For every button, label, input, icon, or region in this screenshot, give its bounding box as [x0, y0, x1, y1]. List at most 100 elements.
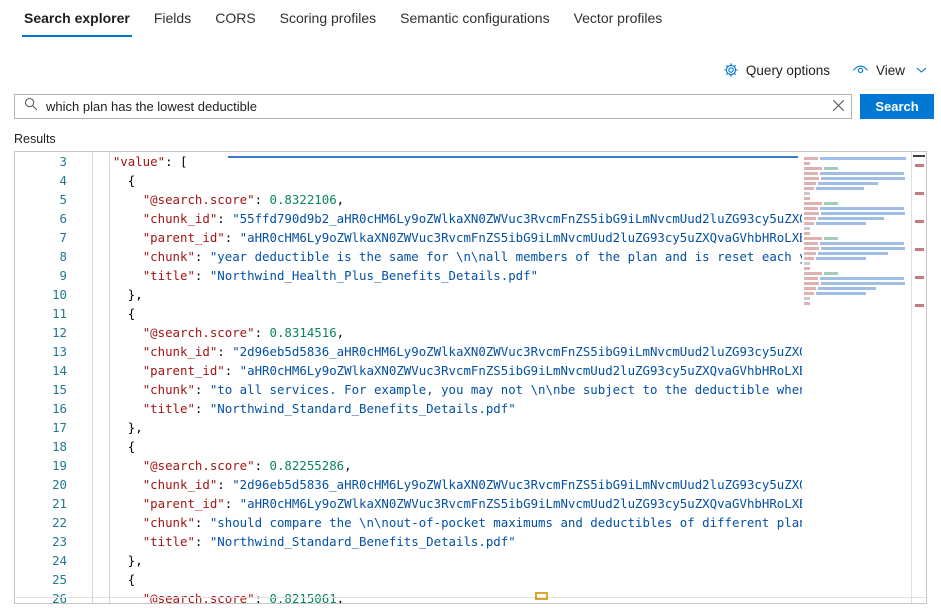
line-text: "value": [ [83, 152, 188, 171]
minimap-segment [818, 181, 878, 185]
search-box[interactable] [14, 94, 852, 119]
scrollbar-thumb[interactable] [913, 155, 925, 157]
line-number: 22 [52, 515, 67, 530]
view-button[interactable]: View [852, 63, 927, 78]
line-number: 13 [52, 344, 67, 359]
token: , [336, 192, 345, 207]
token: "Northwind_Health_Plus_Benefits_Details.… [209, 268, 539, 283]
token: : [217, 344, 233, 359]
tab-label: Scoring profiles [279, 10, 377, 26]
results-json-editor[interactable]: 3 "value": [4 {5 "@search.score": 0.8322… [14, 151, 927, 604]
line-text: "chunk_id": "2d96eb5d5836_aHR0cHM6Ly9oZW… [83, 475, 889, 494]
line-text: "chunk": "year deductible is the same fo… [83, 247, 882, 266]
line-text: "chunk": "to all services. For example, … [83, 380, 889, 399]
minimap-segment [820, 241, 904, 245]
tab-scoring-profiles[interactable]: Scoring profiles [268, 0, 389, 37]
tab-semantic-configurations[interactable]: Semantic configurations [388, 0, 561, 37]
line-text: "@search.score": 0.8322106, [83, 190, 344, 209]
minimap-segment [804, 286, 816, 290]
tab-vector-profiles[interactable]: Vector profiles [562, 0, 675, 37]
code-line: 25 { [15, 570, 926, 589]
minimap-line [804, 251, 912, 255]
minimap-segment [820, 171, 904, 175]
horizontal-scrollbar-thumb[interactable] [535, 592, 548, 600]
token: 0.8322106 [269, 192, 337, 207]
minimap-segment [804, 271, 822, 275]
line-text: "chunk_id": "2d96eb5d5836_aHR0cHM6Ly9oZW… [83, 342, 889, 361]
line-number: 18 [52, 439, 67, 454]
token: "chunk_id" [142, 211, 218, 226]
search-input[interactable] [46, 95, 825, 118]
token: "year deductible is the same for \n\nall… [209, 249, 882, 264]
clear-search-button[interactable] [825, 95, 851, 118]
line-number: 11 [52, 306, 67, 321]
query-options-button[interactable]: Query options [723, 62, 830, 78]
minimap-segment [804, 301, 810, 305]
line-number: 12 [52, 325, 67, 340]
search-button[interactable]: Search [860, 94, 934, 119]
minimap-segment [804, 191, 810, 195]
line-number: 9 [59, 268, 67, 283]
minimap-segment [804, 181, 816, 185]
token: "2d96eb5d5836_aHR0cHM6Ly9oZWlkaXN0ZWVuc3… [232, 344, 889, 359]
code-line: 9 "title": "Northwind_Health_Plus_Benefi… [15, 266, 926, 285]
token: "@search.score" [142, 458, 255, 473]
token: { [83, 173, 136, 188]
minimap-segment [820, 276, 904, 280]
minimap-segment [804, 196, 810, 200]
token: : [194, 249, 210, 264]
code-area[interactable]: 3 "value": [4 {5 "@search.score": 0.8322… [15, 152, 926, 603]
minimap-segment [804, 261, 810, 265]
minimap-line [804, 201, 912, 205]
results-label: Results [14, 132, 56, 146]
line-text: "title": "Northwind_Standard_Benefits_De… [83, 399, 516, 418]
token: "aHR0cHM6Ly9oZWlkaXN0ZWVuc3RvcmFnZS5ibG9… [239, 363, 897, 378]
line-text: "parent_id": "aHR0cHM6Ly9oZWlkaXN0ZWVuc3… [83, 228, 896, 247]
minimap-segment [818, 251, 888, 255]
overview-mark [915, 276, 924, 279]
editor-minimap[interactable] [802, 152, 912, 603]
token: "2d96eb5d5836_aHR0cHM6Ly9oZWlkaXN0ZWVuc3… [232, 477, 889, 492]
vertical-scrollbar[interactable] [912, 152, 926, 603]
code-line: 8 "chunk": "year deductible is the same … [15, 247, 926, 266]
token: "title" [142, 268, 195, 283]
horizontal-scrollbar[interactable] [15, 592, 926, 603]
minimap-segment [804, 241, 818, 245]
token: , [344, 458, 352, 473]
minimap-line [804, 261, 912, 265]
magnifier-icon [24, 97, 38, 116]
line-number: 21 [52, 496, 67, 511]
minimap-line [804, 266, 912, 270]
minimap-line [804, 221, 912, 225]
token: "value" [112, 154, 166, 169]
tab-fields[interactable]: Fields [142, 0, 203, 37]
minimap-line [804, 291, 912, 295]
line-number: 5 [59, 192, 67, 207]
chevron-down-icon [916, 66, 927, 74]
minimap-segment [821, 176, 905, 180]
line-number: 10 [52, 287, 67, 302]
code-line: 7 "parent_id": "aHR0cHM6Ly9oZWlkaXN0ZWVu… [15, 228, 926, 247]
token: "chunk" [142, 382, 195, 397]
query-options-label: Query options [745, 62, 830, 78]
minimap-segment [820, 206, 904, 210]
token: : [194, 515, 210, 530]
code-line: 22 "chunk": "should compare the \n\nout-… [15, 513, 926, 532]
minimap-line [804, 241, 912, 245]
token: : [217, 477, 233, 492]
tab-label: Search explorer [24, 10, 130, 26]
code-line: 23 "title": "Northwind_Standard_Benefits… [15, 532, 926, 551]
code-line: 19 "@search.score": 0.82255286, [15, 456, 926, 475]
minimap-segment [821, 246, 905, 250]
line-number: 3 [59, 154, 67, 169]
tab-cors[interactable]: CORS [203, 0, 267, 37]
token: , [336, 325, 345, 340]
overview-mark [915, 192, 924, 195]
minimap-line [804, 246, 912, 250]
minimap-segment [804, 176, 819, 180]
tab-search-explorer[interactable]: Search explorer [12, 0, 142, 37]
